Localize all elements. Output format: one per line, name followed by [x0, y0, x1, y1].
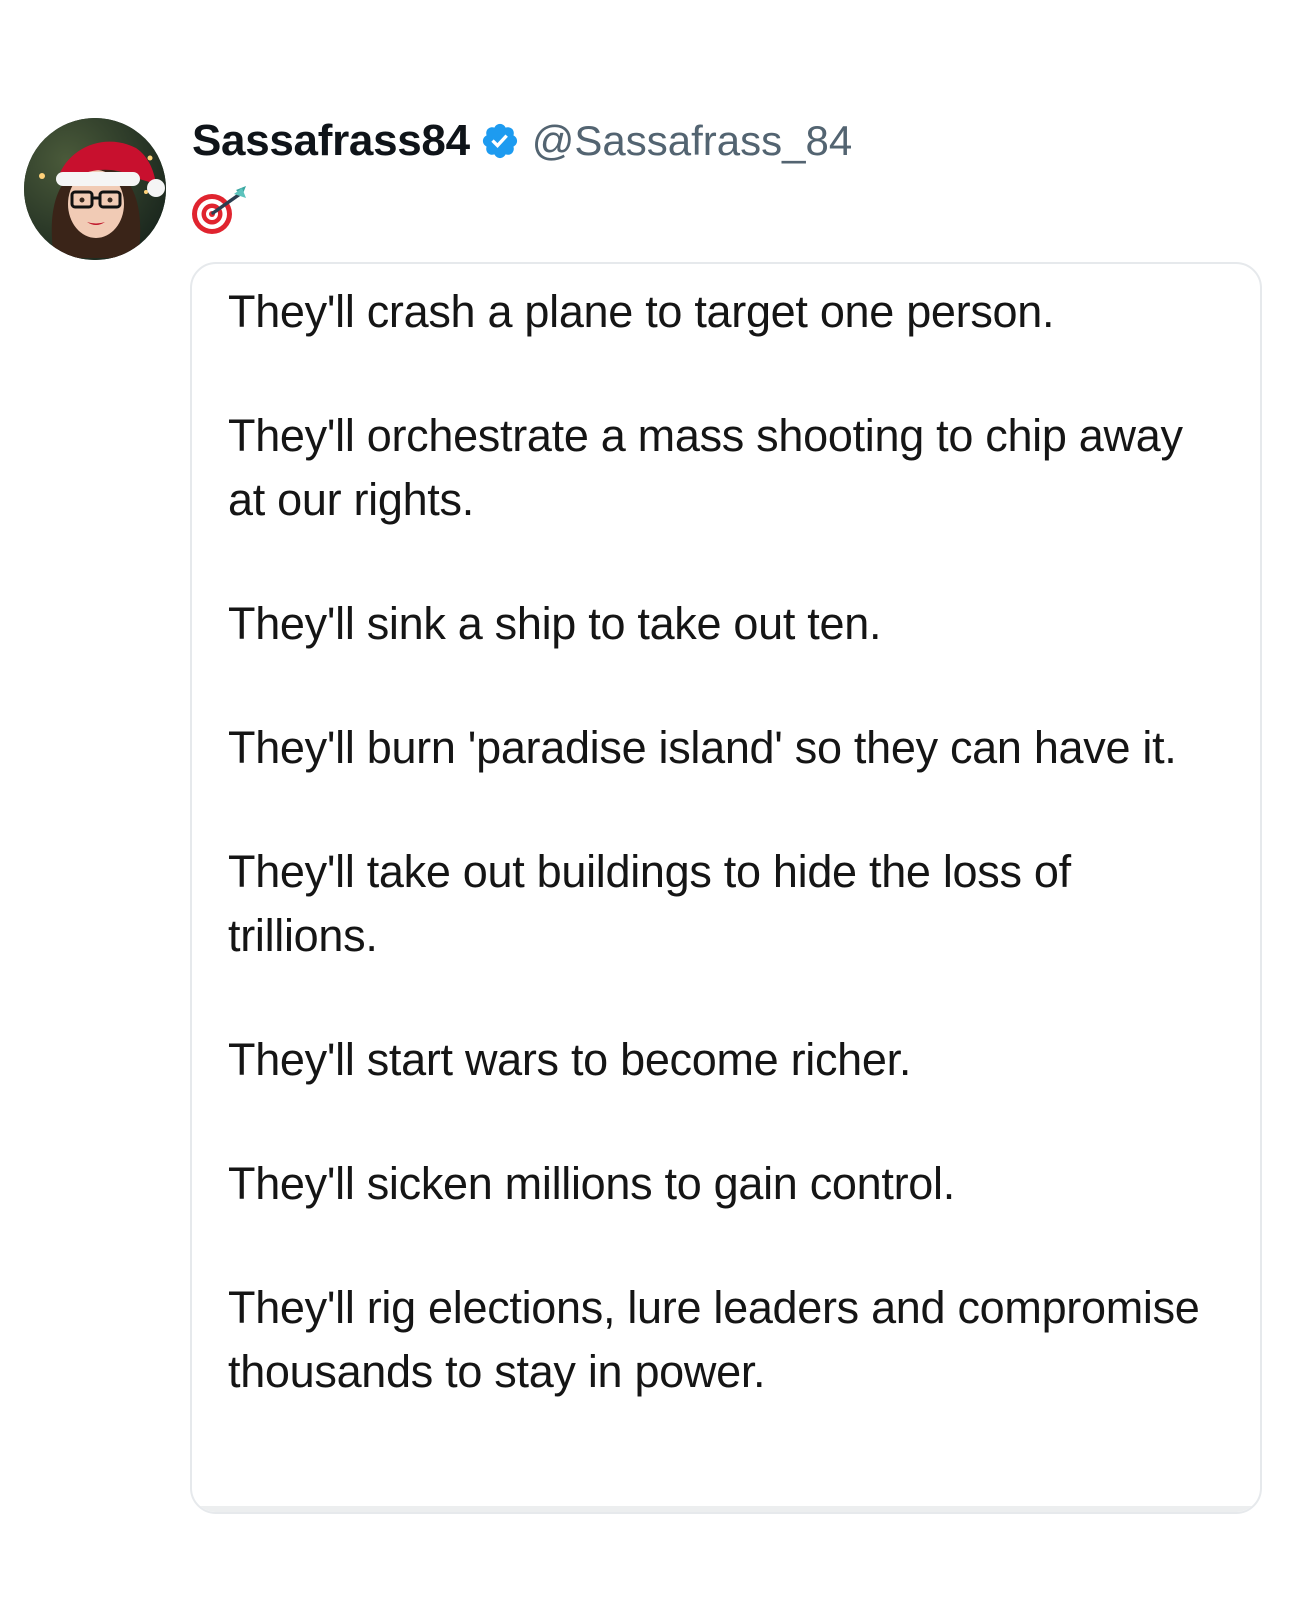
- direct-hit-target-icon: [190, 184, 252, 236]
- text-paragraph: They'll orchestrate a mass shooting to c…: [228, 410, 1183, 525]
- quoted-image-card[interactable]: They'll crash a plane to target one pers…: [190, 262, 1262, 1514]
- text-paragraph: They'll start wars to become richer.: [228, 1034, 912, 1085]
- text-paragraph: They'll burn 'paradise island' so they c…: [228, 722, 1177, 773]
- text-paragraph: They'll crash a plane to target one pers…: [228, 286, 1055, 337]
- tweet-header: Sassafrass84 @Sassafrass_84: [192, 116, 852, 166]
- card-divider: [192, 1506, 1260, 1512]
- display-name[interactable]: Sassafrass84: [192, 116, 470, 166]
- text-paragraph: They'll sink a ship to take out ten.: [228, 598, 882, 649]
- text-paragraph: They'll take out buildings to hide the l…: [228, 846, 1071, 961]
- quoted-text-block: They'll crash a plane to target one pers…: [228, 280, 1228, 1464]
- text-paragraph: They'll rig elections, lure leaders and …: [228, 1282, 1200, 1397]
- avatar[interactable]: [24, 118, 166, 260]
- verified-badge-icon[interactable]: [480, 121, 520, 161]
- user-handle[interactable]: @Sassafrass_84: [532, 117, 852, 165]
- text-paragraph: They'll sicken millions to gain control.: [228, 1158, 955, 1209]
- avatar-image: [24, 118, 166, 260]
